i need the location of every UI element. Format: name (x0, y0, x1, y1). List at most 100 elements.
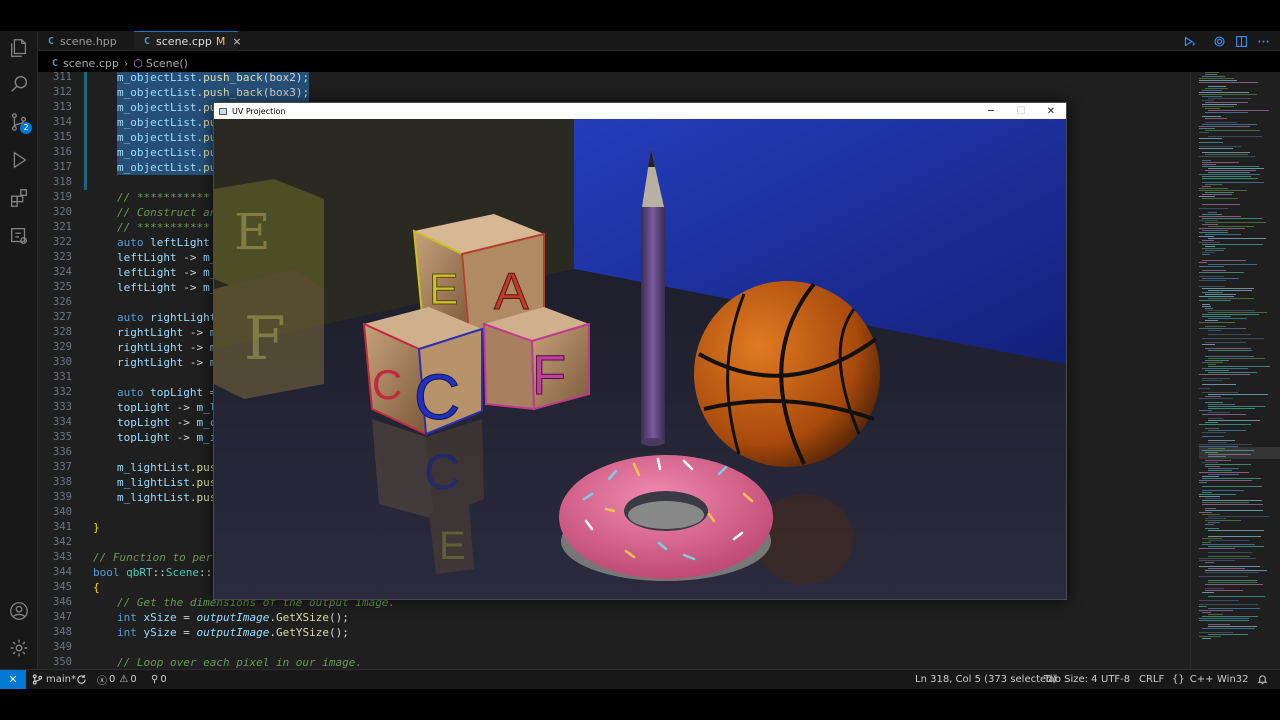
minimap-line (1205, 518, 1226, 519)
minimap-line (1202, 164, 1216, 165)
minimap[interactable] (1190, 72, 1280, 669)
line-number: 328 (53, 326, 72, 338)
platform[interactable]: Win32 (1217, 670, 1249, 689)
minimap-line (1202, 316, 1231, 317)
ports-indicator[interactable]: ⚲ 0 (151, 670, 167, 689)
minimap-line (1199, 472, 1249, 473)
minimap-line (1205, 326, 1226, 327)
account-icon[interactable] (0, 594, 38, 628)
explorer-icon[interactable] (0, 31, 38, 65)
modified-gutter-marker (84, 72, 87, 85)
code-line[interactable]: 348 int ySize = outputImage.GetYSize(); (38, 625, 1188, 640)
minimap-line (1205, 524, 1214, 525)
minimap-line (1199, 410, 1212, 411)
minimap-line (1205, 122, 1237, 123)
line-number: 325 (53, 281, 72, 293)
maximize-button[interactable]: ☐ (1006, 103, 1036, 119)
minimap-line (1199, 566, 1260, 567)
split-editor-icon[interactable] (1232, 33, 1250, 49)
end-of-line[interactable]: CRLF (1139, 670, 1164, 689)
minimap-line (1208, 516, 1269, 517)
line-number: 321 (53, 221, 72, 233)
code-text: rightLight -> m_ (117, 341, 223, 354)
minimap-line (1202, 240, 1214, 241)
line-number: 340 (53, 506, 72, 518)
line-number: 320 (53, 206, 72, 218)
minimap-line (1208, 568, 1245, 569)
minimap-line (1208, 634, 1248, 635)
code-line[interactable]: 350 // Loop over each pixel in our image. (38, 655, 1188, 669)
encoding[interactable]: UTF-8 (1101, 670, 1130, 689)
minimap-line (1208, 614, 1223, 615)
status-bar: ✕ main* ⓧ 0 ⚠ 0 ⚲ 0 Ln 318, Col 5 (373 s… (0, 669, 1280, 689)
minimap-line (1205, 102, 1248, 103)
extensions-icon[interactable] (0, 181, 38, 215)
remote-indicator[interactable]: ✕ (0, 670, 26, 689)
code-line[interactable]: 347 int xSize = outputImage.GetXSize(); (38, 610, 1188, 625)
cpp-file-icon: C (52, 57, 59, 69)
tab-size[interactable]: Tab Size: 4 (1044, 670, 1098, 689)
language-mode[interactable]: {} C++ (1172, 670, 1213, 689)
breadcrumb-symbol[interactable]: Scene() (146, 57, 188, 70)
minimap-line (1202, 490, 1244, 491)
tab-scene-cpp[interactable]: C scene.cpp M × (134, 31, 242, 51)
run-code-icon[interactable] (1180, 33, 1198, 49)
minimap-line (1202, 304, 1210, 305)
line-number: 311 (53, 72, 72, 83)
breadcrumb-file[interactable]: scene.cpp (63, 57, 119, 70)
settings-gear-icon[interactable] (0, 631, 38, 665)
minimize-button[interactable]: ─ (976, 103, 1006, 119)
problems-indicator[interactable]: ⓧ 0 ⚠ 0 (97, 670, 137, 689)
minimap-line (1208, 364, 1216, 365)
tab-close-icon[interactable]: × (232, 35, 241, 48)
close-window-button[interactable]: ✕ (1036, 103, 1066, 119)
settings-icon[interactable] (1210, 33, 1228, 49)
notifications-bell-icon[interactable] (1257, 670, 1271, 689)
minimap-line (1208, 172, 1250, 173)
minimap-line (1199, 156, 1255, 157)
code-text: bool qbRT::Scene::Re (93, 566, 226, 579)
window-titlebar[interactable]: UV Projection ─ ☐ ✕ (214, 103, 1066, 119)
more-actions-icon[interactable] (1254, 33, 1272, 49)
code-line[interactable]: 349 (38, 640, 1188, 655)
minimap-line (1202, 338, 1264, 339)
branch-indicator[interactable]: main* (32, 670, 76, 689)
code-line[interactable]: 311 m_objectList.push_back(box2); (38, 72, 1188, 85)
line-number: 312 (53, 86, 72, 98)
minimap-line (1199, 388, 1210, 389)
code-text: m_objectList.push_back(box2); (117, 72, 310, 85)
minimap-line (1205, 250, 1224, 251)
run-debug-icon[interactable] (0, 143, 38, 177)
minimap-line (1202, 230, 1228, 231)
code-line[interactable]: 312 m_objectList.push_back(box3); (38, 85, 1188, 100)
source-control-icon[interactable]: 2 (0, 105, 38, 139)
method-icon: ⬡ (133, 56, 143, 70)
cpp-file-icon: C (48, 35, 55, 47)
minimap-line (1202, 76, 1225, 77)
minimap-line (1202, 244, 1263, 245)
minimap-line (1202, 116, 1221, 117)
minimap-line (1202, 638, 1211, 639)
tab-label: scene.hpp (60, 34, 117, 48)
minimap-line (1205, 572, 1259, 573)
modified-gutter-marker (84, 130, 87, 145)
branch-icon (32, 674, 43, 685)
minimap-line (1205, 370, 1229, 371)
tab-scene-hpp[interactable]: C scene.hpp (38, 31, 134, 51)
back-block-letter: F (244, 304, 286, 374)
cursor-position[interactable]: Ln 318, Col 5 (373 selected) (915, 670, 1056, 689)
code-text: leftLight -> m_c (117, 266, 223, 279)
sync-icon[interactable] (76, 670, 90, 689)
modified-gutter-marker (84, 85, 87, 100)
search-icon[interactable] (0, 67, 38, 101)
remote-explorer-icon[interactable] (0, 219, 38, 253)
minimap-line (1202, 186, 1211, 187)
minimap-line (1208, 318, 1247, 319)
minimap-line (1202, 162, 1239, 163)
minimap-line (1199, 262, 1207, 263)
minimap-line (1199, 322, 1235, 323)
line-number: 342 (53, 536, 72, 548)
uv-projection-window[interactable]: UV Projection ─ ☐ ✕ F E E A C C F C E (213, 102, 1067, 600)
code-text: { (93, 581, 100, 594)
minimap-line (1199, 126, 1250, 127)
